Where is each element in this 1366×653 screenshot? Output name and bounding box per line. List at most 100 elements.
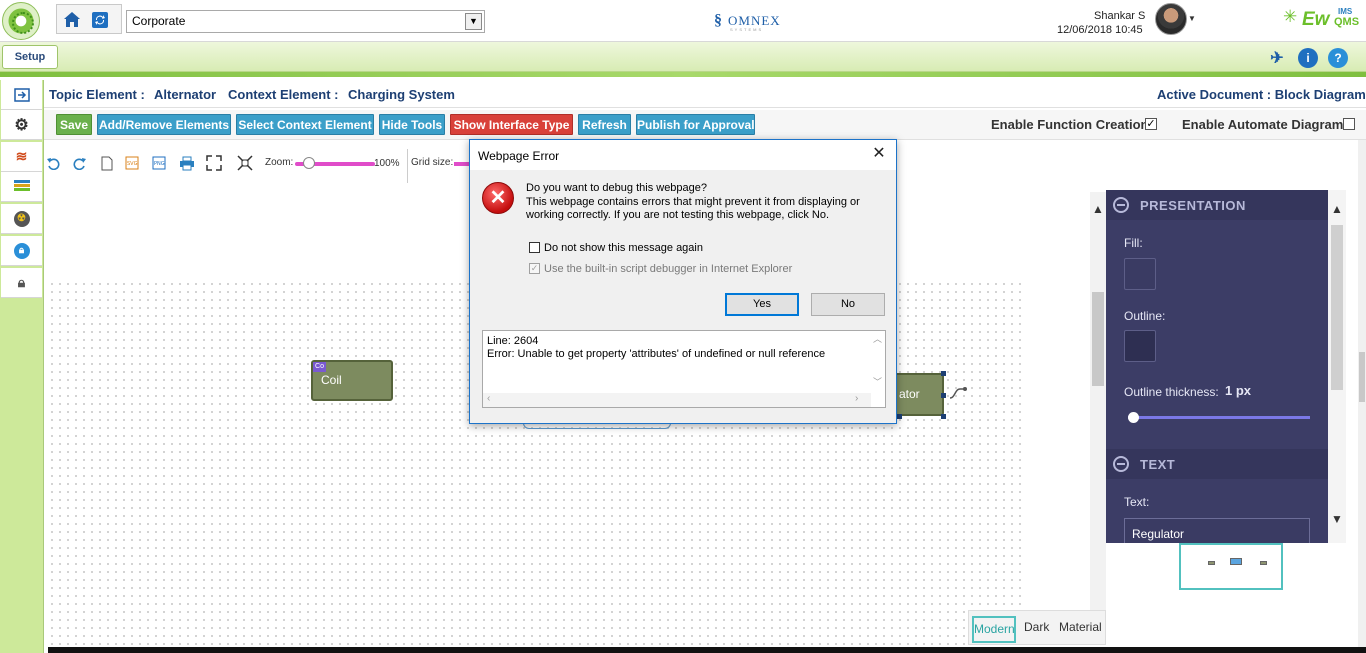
block-type-badge: Co (313, 362, 326, 372)
refresh-button[interactable]: Refresh (578, 114, 631, 135)
rail-layers-button[interactable]: ≋ (1, 142, 42, 172)
resize-handle[interactable] (941, 393, 946, 398)
ew-star-icon: ✳ (1283, 7, 1298, 26)
theme-dark[interactable]: Dark (1024, 620, 1049, 634)
layers-icon: ≋ (15, 148, 28, 164)
error-details[interactable]: Line: 2604 Error: Unable to get property… (482, 330, 886, 408)
text-section-header[interactable]: TEXT (1106, 449, 1328, 479)
do-not-show-checkbox[interactable] (529, 242, 540, 253)
canvas-scrollbar-thumb[interactable] (1092, 292, 1104, 386)
outline-thickness-handle[interactable] (1128, 412, 1139, 423)
rail-settings-button[interactable]: ⚙ (1, 110, 42, 140)
dialog-title-bar: Webpage Error ✕ (470, 140, 896, 170)
scroll-right-icon[interactable]: › (855, 393, 858, 404)
info-icon[interactable]: i (1298, 48, 1318, 68)
minimap-viewport[interactable] (1230, 558, 1242, 565)
export-png-icon[interactable]: PNG (151, 154, 169, 172)
theme-modern[interactable]: Modern (972, 616, 1016, 643)
refresh-icon[interactable] (89, 9, 111, 31)
fullscreen-icon[interactable] (205, 154, 223, 172)
diagram-minimap[interactable] (1179, 543, 1283, 590)
organization-select[interactable]: Corporate ▼ (126, 10, 485, 33)
avatar[interactable] (1155, 3, 1187, 35)
rail-lock-button[interactable]: 🔒︎ (1, 236, 42, 266)
resize-handle[interactable] (941, 371, 946, 376)
publish-for-approval-button[interactable]: Publish for Approval (636, 114, 755, 135)
new-document-icon[interactable] (98, 154, 116, 172)
resize-handle[interactable] (897, 414, 902, 419)
radiation-icon: ☢ (13, 210, 30, 227)
scroll-up-icon[interactable]: ▲ (1331, 202, 1343, 216)
chevron-down-icon[interactable]: ▼ (465, 13, 482, 30)
text-field[interactable]: Regulator (1124, 518, 1310, 543)
resize-handle[interactable] (941, 414, 946, 419)
fit-to-screen-icon[interactable] (236, 154, 254, 172)
outline-color-picker[interactable] (1124, 330, 1156, 362)
fill-color-picker[interactable] (1124, 258, 1156, 290)
zoom-label: Zoom: (265, 157, 294, 168)
grid-size-label: Grid size: (411, 157, 454, 168)
scroll-down-icon[interactable]: ﹀ (873, 375, 882, 388)
scroll-down-icon[interactable]: ▼ (1331, 512, 1343, 526)
close-icon[interactable]: ✕ (870, 145, 888, 163)
omnex-logo: § OMNEX SYSTEMS (714, 10, 784, 34)
theme-switcher: Modern Dark Material (968, 610, 1106, 645)
block-label: Coil (321, 373, 342, 387)
rail-stack-button[interactable] (1, 172, 42, 202)
current-datetime: 12/06/2018 10:45 (1057, 24, 1143, 36)
collapse-icon[interactable] (1113, 197, 1129, 213)
properties-scrollbar[interactable]: ▲ ▼ (1328, 190, 1346, 543)
left-rail: ⚙ ≋ ☢ 🔒︎ 🔒︎ (0, 80, 44, 653)
print-icon[interactable] (178, 154, 196, 172)
outline-thickness-slider[interactable] (1128, 416, 1310, 419)
user-menu-caret-icon[interactable]: ▼ (1188, 14, 1196, 23)
help-icon[interactable]: ? (1328, 48, 1348, 68)
no-button[interactable]: No (811, 293, 885, 316)
home-icon[interactable] (61, 9, 83, 31)
add-remove-elements-button[interactable]: Add/Remove Elements (97, 114, 231, 135)
enable-function-creation-checkbox[interactable]: ✓ (1145, 118, 1157, 130)
page-scrollbar-thumb[interactable] (1359, 352, 1365, 402)
select-context-element-button[interactable]: Select Context Element (236, 114, 374, 135)
page-scrollbar[interactable] (1358, 140, 1366, 653)
details-vertical-scrollbar[interactable]: ︿ ﹀ (871, 331, 885, 393)
gear-icon: ⚙ (14, 116, 29, 134)
redo-icon[interactable] (71, 154, 89, 172)
dialog-question: Do you want to debug this webpage? (526, 182, 708, 194)
rail-hazard-button[interactable]: ☢ (1, 204, 42, 234)
scroll-up-icon[interactable]: ▲ (1092, 202, 1104, 216)
toolbar-divider (407, 149, 408, 183)
active-document: Active Document : Block Diagram (1157, 87, 1366, 102)
app-logo-icon[interactable] (2, 2, 40, 40)
rail-padlock-button[interactable]: 🔒︎ (1, 268, 42, 298)
undo-icon[interactable] (44, 154, 62, 172)
hide-tools-button[interactable]: Hide Tools (379, 114, 445, 135)
canvas-scrollbar[interactable]: ▲ (1090, 192, 1106, 612)
yes-button[interactable]: Yes (725, 293, 799, 316)
tab-setup[interactable]: Setup (2, 45, 58, 69)
export-svg-icon[interactable]: SVG (124, 154, 142, 172)
pin-icon[interactable]: ✈ (1267, 48, 1287, 68)
setup-bar: Setup ✈ i ? (0, 42, 1366, 72)
diagram-toolbar: SVG PNG Zoom: 100% Grid size: (44, 141, 474, 185)
save-button[interactable]: Save (56, 114, 92, 135)
properties-scrollbar-thumb[interactable] (1331, 225, 1343, 390)
text-label: Text: (1124, 495, 1150, 509)
outline-thickness-value: 1 px (1225, 383, 1252, 398)
dialog-message: This webpage contains errors that might … (526, 196, 860, 221)
collapse-icon[interactable] (1113, 456, 1129, 472)
details-horizontal-scrollbar[interactable]: ‹ › (483, 393, 871, 407)
theme-material[interactable]: Material (1059, 620, 1102, 634)
scroll-up-icon[interactable]: ︿ (873, 332, 882, 345)
zoom-slider-handle[interactable] (302, 157, 315, 169)
diagram-block-coil[interactable]: Co Coil (311, 360, 393, 401)
show-interface-type-button[interactable]: Show Interface Type (450, 114, 573, 135)
connector-icon[interactable] (949, 386, 967, 403)
scroll-left-icon[interactable]: ‹ (487, 393, 490, 404)
zoom-value: 100% (374, 158, 400, 169)
presentation-section-header[interactable]: PRESENTATION (1106, 190, 1328, 220)
rail-expand-button[interactable] (1, 80, 42, 110)
enable-automate-diagram-checkbox[interactable] (1343, 118, 1355, 130)
use-debugger-checkbox: ✓ (529, 263, 540, 274)
header-divider (0, 72, 1366, 77)
